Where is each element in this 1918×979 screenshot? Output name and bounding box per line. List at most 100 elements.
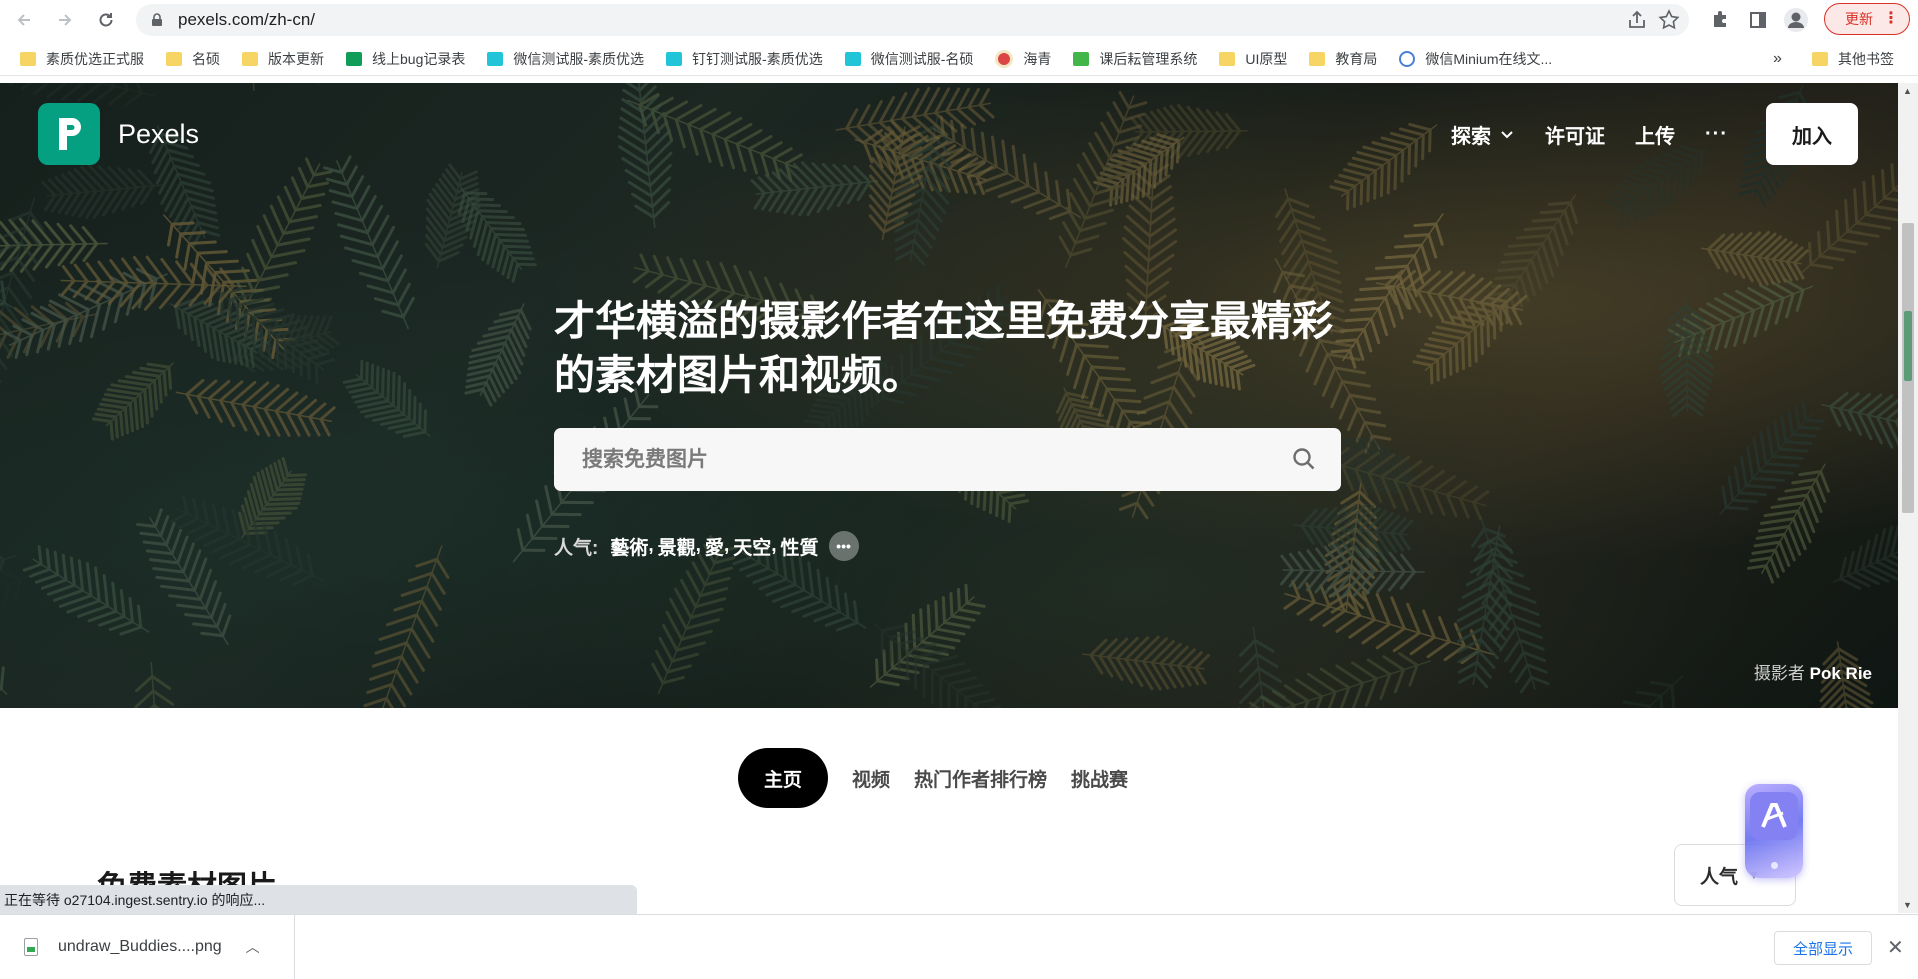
tab-home[interactable]: 主页 (738, 748, 829, 808)
popular-tag[interactable]: 愛 (705, 533, 724, 560)
popular-tag[interactable]: 藝術 (610, 533, 648, 560)
tab-challenges[interactable]: 挑战赛 (1071, 765, 1128, 792)
status-text: 正在等待 o27104.ingest.sentry.io 的响应... (4, 891, 266, 908)
bookmark-label: 微信Minium在线文... (1425, 50, 1553, 67)
bookmark-item[interactable]: 微信测试服-名硕 (844, 49, 974, 69)
pexels-brand[interactable]: Pexels (38, 103, 199, 165)
browser-toolbar: pexels.com/zh-cn/ 更新 ⋮ (0, 0, 1918, 40)
popular-searches: 人气: 藝術, 景觀, 愛, 天空, 性質 ••• (554, 531, 859, 561)
bookmark-label: 教育局 (1335, 50, 1378, 67)
show-all-button[interactable]: 全部显示 (1774, 931, 1872, 965)
app-icon (1073, 51, 1090, 66)
search-box (554, 428, 1341, 491)
bookmark-label: 名硕 (192, 50, 220, 67)
nav-explore-label: 探索 (1451, 125, 1492, 148)
url-text: pexels.com/zh-cn/ (178, 10, 315, 29)
forward-arrow-icon (59, 14, 72, 26)
bookmark-star-icon[interactable] (1657, 8, 1681, 32)
nav-upload[interactable]: 上传 (1635, 120, 1675, 149)
forward-button[interactable] (49, 4, 81, 36)
chevron-up-icon[interactable]: ︿ (246, 937, 260, 957)
bookmarks-bar: 素质优选正式服 名硕 版本更新 线上bug记录表 微信测试服-素质优选 钉钉测试… (0, 42, 1918, 76)
profile-avatar-icon[interactable] (1780, 4, 1812, 36)
update-button[interactable]: 更新 ⋮ (1824, 3, 1910, 35)
tab-videos[interactable]: 视频 (852, 765, 890, 792)
download-shelf: undraw_Buddies....png ︿ 全部显示 ✕ (0, 914, 1918, 979)
bookmark-item[interactable]: 微信测试服-素质优选 (487, 49, 644, 69)
bookmark-label: 课后耘管理系统 (1099, 50, 1198, 67)
share-icon[interactable] (1625, 8, 1649, 32)
popular-label: 人气: (554, 537, 599, 559)
tag-separator: , (771, 535, 777, 556)
sheet-icon (346, 51, 362, 66)
bookmark-item[interactable]: 素质优选正式服 (20, 49, 144, 69)
bookmark-item[interactable]: 教育局 (1309, 49, 1377, 69)
nav-more-icon[interactable]: ··· (1705, 123, 1728, 146)
popular-tag[interactable]: 景觀 (658, 533, 696, 560)
tab-leaderboard[interactable]: 热门作者排行榜 (914, 765, 1047, 792)
folder-icon (166, 51, 182, 66)
popular-tag[interactable]: 性質 (781, 533, 819, 560)
bookmark-label: 海青 (1023, 50, 1052, 67)
nav-license[interactable]: 许可证 (1545, 120, 1605, 149)
back-arrow-icon (17, 14, 30, 26)
lock-icon (152, 13, 162, 26)
scroll-down-icon[interactable]: ▼ (1903, 900, 1912, 910)
chevron-down-icon (1501, 131, 1513, 139)
extensions-icon[interactable] (1704, 4, 1736, 36)
other-bookmarks-label: 其他书签 (1838, 51, 1894, 67)
hero-nav: 探索 许可证 上传 ··· 加入 (1451, 103, 1858, 165)
search-input[interactable] (580, 446, 1264, 473)
bookmark-item[interactable]: 微信Minium在线文... (1399, 49, 1552, 69)
u-icon (666, 51, 683, 66)
hero-headline: 才华横溢的摄影作者在这里免费分享最精彩 的素材图片和视频。 (554, 294, 1354, 402)
folder-icon (1219, 51, 1236, 66)
other-bookmarks-folder[interactable]: 其他书签 (1812, 42, 1894, 76)
close-icon[interactable]: ✕ (1887, 935, 1904, 960)
reload-button[interactable] (90, 4, 122, 36)
bookmark-label: 微信测试服-名硕 (870, 50, 974, 67)
tag-separator: , (648, 535, 654, 556)
sort-label: 人气 (1700, 866, 1739, 888)
address-bar[interactable]: pexels.com/zh-cn/ (136, 4, 1689, 36)
credit-name: Pok Rie (1809, 664, 1872, 683)
popular-tag[interactable]: 天空 (733, 533, 771, 560)
folder-icon (242, 51, 258, 66)
bookmark-item[interactable]: 名硕 (166, 49, 220, 69)
bookmark-item[interactable]: 版本更新 (242, 49, 324, 69)
assistant-status-dot (1771, 862, 1778, 869)
page-scrollbar[interactable]: ▲ ▼ (1898, 83, 1918, 913)
pexels-logo-icon (38, 103, 100, 165)
photo-credit[interactable]: 摄影者 Pok Rie (1754, 659, 1872, 684)
status-bubble: 正在等待 o27104.ingest.sentry.io 的响应... (0, 885, 637, 914)
back-button[interactable] (8, 4, 40, 36)
doc-icon (1399, 50, 1416, 67)
headline-line-1: 才华横溢的摄影作者在这里免费分享最精彩 (554, 298, 1333, 344)
folder-icon (1812, 52, 1828, 66)
floating-assistant-widget[interactable] (1745, 784, 1803, 878)
bookmark-item[interactable]: 线上bug记录表 (346, 49, 465, 69)
bookmark-item[interactable]: 海青 (995, 49, 1051, 69)
brand-name: Pexels (118, 118, 200, 149)
bookmark-label: 微信测试服-素质优选 (513, 50, 645, 67)
content-tabs: 主页 视频 热门作者排行榜 挑战赛 (738, 748, 1152, 808)
download-item[interactable]: undraw_Buddies....png ︿ (0, 915, 295, 979)
nav-explore[interactable]: 探索 (1451, 120, 1515, 149)
bookmark-item[interactable]: UI原型 (1219, 49, 1287, 69)
side-panel-icon[interactable] (1742, 4, 1774, 36)
more-tags-icon[interactable]: ••• (828, 531, 859, 561)
join-button[interactable]: 加入 (1766, 103, 1858, 165)
scrollbar-marker (1904, 311, 1912, 381)
bookmark-item[interactable]: 钉钉测试服-素质优选 (666, 49, 823, 69)
bookmark-label: 版本更新 (268, 50, 324, 67)
bookmark-label: 素质优选正式服 (46, 50, 144, 67)
reload-icon (99, 13, 113, 27)
bookmark-item[interactable]: 课后耘管理系统 (1073, 49, 1197, 69)
search-icon[interactable] (1291, 446, 1317, 472)
scroll-up-icon[interactable]: ▲ (1903, 86, 1912, 96)
hero-banner: Pexels 探索 许可证 上传 ··· 加入 才华横溢的摄影作者在这里免费分享… (0, 83, 1898, 708)
credit-prefix: 摄影者 (1753, 664, 1805, 683)
folder-icon (1309, 51, 1326, 66)
bookmarks-overflow-button[interactable]: » (1773, 50, 1782, 68)
bookmark-label: 钉钉测试服-素质优选 (692, 50, 823, 67)
